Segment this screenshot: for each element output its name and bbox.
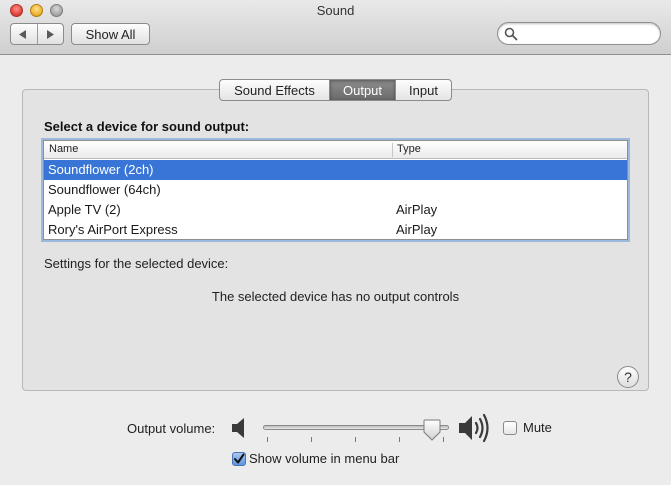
help-icon: ? <box>624 369 632 385</box>
column-header-type[interactable]: Type <box>397 143 421 155</box>
device-name: Rory's AirPort Express <box>48 222 178 237</box>
show-all-button[interactable]: Show All <box>71 23 150 45</box>
mute-checkbox[interactable] <box>503 420 517 435</box>
title-bar: Sound Show All <box>0 0 671 55</box>
device-name: Soundflower (64ch) <box>48 182 161 197</box>
checkmark-icon <box>234 453 245 463</box>
slider-tick <box>443 437 444 442</box>
speaker-low-icon <box>232 418 244 438</box>
column-divider <box>392 143 393 157</box>
back-forward-control <box>10 23 64 45</box>
device-name: Apple TV (2) <box>48 202 121 217</box>
back-arrow-icon <box>19 29 27 39</box>
slider-tick <box>399 437 400 442</box>
forward-arrow-icon <box>46 29 54 39</box>
search-icon <box>504 27 518 41</box>
settings-label: Settings for the selected device: <box>44 256 229 271</box>
output-volume-label: Output volume: <box>127 421 216 436</box>
device-type: AirPlay <box>396 202 438 217</box>
tab-input[interactable]: Input <box>395 80 451 100</box>
output-panel <box>22 89 649 391</box>
device-row[interactable]: Soundflower (2ch) <box>44 160 627 180</box>
tab-bar: Sound Effects Output Input <box>219 79 452 101</box>
slider-track <box>263 425 449 430</box>
no-controls-message: The selected device has no output contro… <box>211 289 460 304</box>
device-select-heading: Select a device for sound output: <box>44 119 250 134</box>
speaker-high-icon <box>459 413 489 443</box>
slider-tick <box>355 437 356 442</box>
back-button[interactable] <box>11 24 37 44</box>
show-volume-control[interactable]: Show volume in menu bar <box>232 451 399 466</box>
help-button[interactable]: ? <box>617 366 639 388</box>
search-field[interactable] <box>497 22 661 45</box>
mute-label: Mute <box>523 420 552 435</box>
window-title: Sound <box>316 3 355 18</box>
search-input[interactable] <box>520 25 654 42</box>
slider-thumb[interactable] <box>423 419 441 441</box>
show-volume-label: Show volume in menu bar <box>249 451 400 466</box>
device-row[interactable]: Apple TV (2) AirPlay <box>44 200 627 220</box>
show-volume-checkbox[interactable] <box>232 451 246 466</box>
tab-sound-effects[interactable]: Sound Effects <box>220 80 329 100</box>
slider-tick <box>267 437 268 442</box>
forward-button[interactable] <box>36 24 64 44</box>
device-type: AirPlay <box>396 222 438 237</box>
tab-output[interactable]: Output <box>329 80 395 100</box>
table-header: Name Type <box>44 141 627 159</box>
column-header-name[interactable]: Name <box>49 143 78 155</box>
device-table[interactable]: Name Type Soundflower (2ch) Soundflower … <box>43 140 628 240</box>
device-row[interactable]: Soundflower (64ch) <box>44 180 627 200</box>
output-volume-slider[interactable] <box>263 418 453 444</box>
mute-control[interactable]: Mute <box>503 420 552 435</box>
slider-tick <box>311 437 312 442</box>
device-row[interactable]: Rory's AirPort Express AirPlay <box>44 220 627 240</box>
device-name: Soundflower (2ch) <box>48 162 154 177</box>
